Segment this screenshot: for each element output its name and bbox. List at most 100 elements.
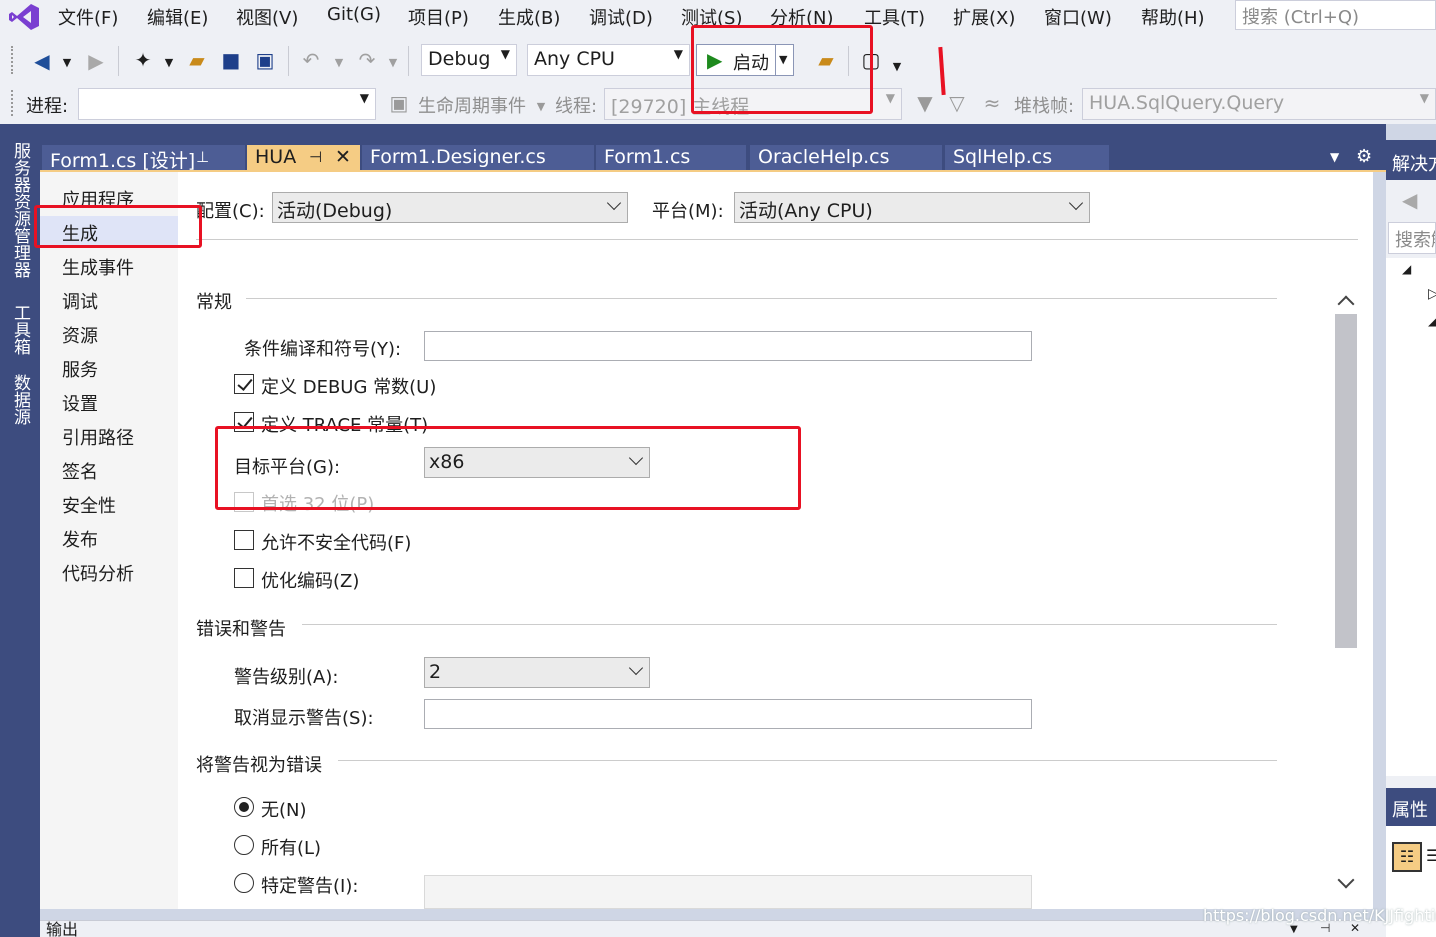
alphabetical-icon[interactable]: ☰ [1426, 846, 1436, 865]
expand-icon[interactable]: ◢ [1428, 314, 1436, 328]
nav-code-analysis[interactable]: 代码分析 [62, 560, 134, 586]
nav-debug[interactable]: 调试 [62, 288, 98, 314]
browse-folder-icon[interactable]: ▰ [813, 49, 839, 71]
navigate-forward-icon[interactable]: ▶ [84, 50, 108, 72]
specific-warnings-input[interactable] [424, 875, 1032, 909]
menu-extensions[interactable]: 扩展(X) [953, 4, 1015, 30]
tab-form1-design[interactable]: Form1.cs [设计] ⊥ [42, 145, 245, 172]
allow-unsafe-checkbox[interactable] [234, 530, 254, 550]
lifecycle-events-icon[interactable]: ▣ [388, 92, 410, 114]
menu-git[interactable]: Git(G) [327, 4, 381, 25]
define-trace-checkbox[interactable] [234, 412, 254, 432]
output-dropdown-icon[interactable]: ▼ [1290, 924, 1298, 935]
scrollbar-thumb[interactable] [1335, 314, 1357, 648]
general-section-title: 常规 [196, 292, 232, 313]
back-icon[interactable]: ◀ [1402, 188, 1417, 212]
pin-icon[interactable]: ⊥ [196, 148, 209, 166]
menu-edit[interactable]: 编辑(E) [147, 4, 208, 30]
treat-warnings-all-radio[interactable] [234, 835, 254, 855]
clear-filter-icon[interactable]: ▽ [946, 92, 968, 114]
toolbox-tab[interactable]: 工具箱 [8, 304, 33, 355]
conditional-symbols-input[interactable] [424, 331, 1032, 361]
undo-icon[interactable]: ↶ [298, 49, 324, 71]
nav-services[interactable]: 服务 [62, 356, 98, 382]
solution-configuration-select[interactable]: Debug ▼ [421, 44, 517, 76]
tab-oraclehelp[interactable]: OracleHelp.cs [750, 145, 942, 172]
back-dropdown-icon[interactable]: ▼ [60, 52, 74, 74]
menu-project[interactable]: 项目(P) [408, 4, 469, 30]
open-file-icon[interactable]: ▰ [184, 49, 210, 71]
pin-icon[interactable]: ⊣ [309, 148, 322, 166]
close-icon[interactable]: ✕ [335, 146, 351, 168]
search-input[interactable]: 搜索 (Ctrl+Q) [1235, 0, 1436, 30]
new-project-icon[interactable]: ✦ [130, 49, 156, 71]
menu-file[interactable]: 文件(F) [58, 4, 118, 30]
menu-tools[interactable]: 工具(T) [864, 4, 925, 30]
warning-level-select[interactable]: 2 [424, 657, 650, 688]
categorized-icon[interactable]: ☷ [1392, 842, 1422, 872]
redo-dropdown-icon[interactable]: ▼ [386, 52, 400, 74]
treat-warnings-specific-radio[interactable] [234, 873, 254, 893]
tab-form1-designer[interactable]: Form1.Designer.cs [362, 145, 594, 172]
toolbar-overflow-icon[interactable]: ▼ [890, 56, 904, 78]
solution-search-input[interactable]: 搜索解 [1388, 222, 1436, 254]
menu-test[interactable]: 测试(S) [681, 4, 742, 30]
output-panel-header[interactable]: 输出 ▼ ⊣ ✕ [40, 920, 1386, 937]
nav-security[interactable]: 安全性 [62, 492, 116, 518]
toggle-threads-icon[interactable]: ≈ [980, 92, 1004, 114]
tab-hua[interactable]: HUA ⊣ ✕ [247, 145, 360, 172]
configuration-select[interactable]: 活动(Debug) [272, 192, 628, 223]
lifecycle-dropdown-icon[interactable]: ▼ [534, 96, 548, 118]
platform-select[interactable]: 活动(Any CPU) [734, 192, 1090, 223]
stack-frame-select[interactable]: HUA.SqlQuery.Query ▼ [1082, 88, 1436, 120]
navigate-back-icon[interactable]: ◀ [30, 50, 54, 72]
tab-list-dropdown-icon[interactable]: ▼ [1330, 150, 1339, 164]
save-icon[interactable]: ■ [218, 49, 244, 71]
menu-view[interactable]: 视图(V) [236, 4, 298, 30]
lifecycle-events-label[interactable]: 生命周期事件 [418, 92, 526, 118]
collapse-icon[interactable]: ▷ [1428, 286, 1436, 302]
redo-icon[interactable]: ↷ [354, 49, 380, 71]
undo-dropdown-icon[interactable]: ▼ [332, 52, 346, 74]
target-platform-value: x86 [429, 451, 465, 473]
menu-help[interactable]: 帮助(H) [1141, 4, 1205, 30]
nav-reference-paths[interactable]: 引用路径 [62, 424, 134, 450]
nav-publish[interactable]: 发布 [62, 526, 98, 552]
thread-select[interactable]: [29720] 主线程 ▼ [604, 88, 902, 120]
suppress-warnings-input[interactable] [424, 699, 1032, 729]
menu-debug[interactable]: 调试(D) [589, 4, 653, 30]
nav-build-events[interactable]: 生成事件 [62, 254, 134, 280]
menu-analyze[interactable]: 分析(N) [770, 4, 834, 30]
start-debugging-button[interactable]: ▶ 启动 ▼ [696, 44, 794, 76]
define-debug-checkbox[interactable] [234, 374, 254, 394]
process-select[interactable]: ▼ [78, 88, 376, 120]
target-platform-select[interactable]: x86 [424, 447, 650, 478]
tab-form1-cs[interactable]: Form1.cs [596, 145, 746, 172]
expand-icon[interactable]: ◢ [1402, 262, 1411, 276]
prefer-32bit-checkbox[interactable] [234, 492, 254, 512]
optimize-code-checkbox[interactable] [234, 568, 254, 588]
menu-window[interactable]: 窗口(W) [1044, 4, 1112, 30]
server-explorer-tab[interactable]: 服务器资源管理器 [8, 142, 33, 278]
toolbar-grip[interactable] [11, 90, 15, 116]
nav-signing[interactable]: 签名 [62, 458, 98, 484]
gear-icon[interactable]: ⚙ [1356, 146, 1372, 167]
screenshot-icon[interactable]: ▢ [858, 49, 884, 71]
save-all-icon[interactable]: ▣ [252, 49, 278, 71]
properties-title[interactable]: 属性 [1392, 796, 1428, 822]
treat-warnings-none-radio[interactable] [234, 797, 254, 817]
visual-studio-logo-icon[interactable] [8, 2, 40, 32]
nav-resources[interactable]: 资源 [62, 322, 98, 348]
data-sources-tab[interactable]: 数据源 [8, 374, 33, 425]
solution-platform-select[interactable]: Any CPU ▼ [527, 44, 690, 76]
toolbar-grip[interactable] [11, 46, 15, 74]
tab-sqlhelp[interactable]: SqlHelp.cs [945, 145, 1109, 172]
solution-explorer-title[interactable]: 解决方 [1392, 150, 1436, 176]
nav-settings[interactable]: 设置 [62, 390, 98, 416]
menu-build[interactable]: 生成(B) [498, 4, 560, 30]
start-dropdown-icon[interactable]: ▼ [779, 53, 787, 66]
new-project-dropdown-icon[interactable]: ▼ [162, 52, 176, 74]
filter-icon[interactable]: ▼ [914, 92, 936, 114]
nav-build[interactable]: 生成 [62, 220, 98, 246]
nav-application[interactable]: 应用程序 [62, 186, 134, 212]
